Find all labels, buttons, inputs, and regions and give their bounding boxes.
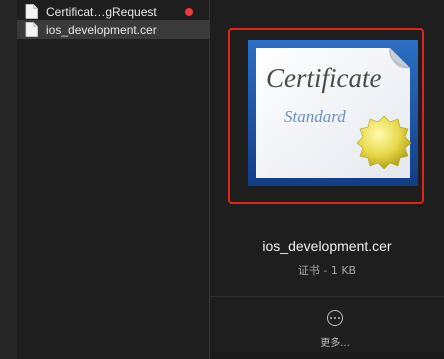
preview-separator	[210, 296, 444, 297]
column-scroll-edge	[0, 0, 17, 359]
file-name: ios_development.cer	[46, 22, 157, 37]
bottom-edge	[210, 352, 444, 359]
file-row-csr[interactable]: Certificat…gRequest	[17, 2, 209, 21]
more-button[interactable]: 更多...	[315, 310, 355, 350]
red-tag-dot	[185, 8, 193, 16]
preview-kind-size: 证书 - 1 KB	[297, 264, 357, 277]
certificate-icon: Certificate Standard	[248, 40, 418, 186]
file-name: Certificat…gRequest	[46, 4, 157, 19]
document-icon	[25, 22, 38, 37]
more-label: 更多...	[320, 338, 350, 349]
preview-filename: ios_development.cer	[262, 238, 392, 254]
file-list-column: Certificat…gRequest ios_development.cer	[0, 0, 209, 359]
icon-text-sub: Standard	[284, 107, 346, 126]
file-row-ios-development[interactable]: ios_development.cer	[17, 20, 209, 39]
document-icon	[25, 4, 38, 19]
icon-text-main: Certificate	[266, 63, 381, 93]
ellipsis-circle-icon	[327, 310, 343, 326]
